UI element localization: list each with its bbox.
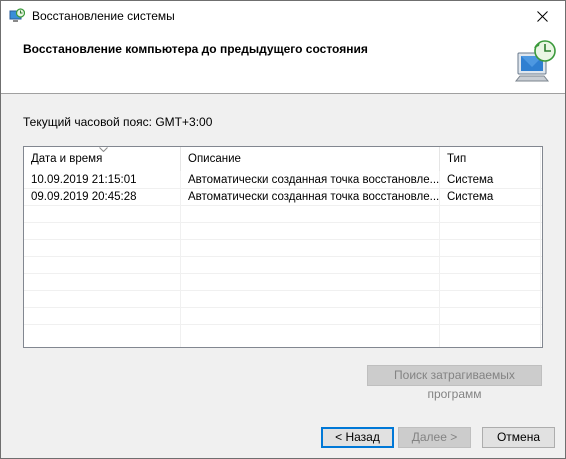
cell-description: Автоматически созданная точка восстановл… <box>188 174 439 186</box>
next-button[interactable]: Далее > <box>398 427 471 448</box>
column-header-description[interactable]: Описание <box>181 147 440 171</box>
list-header: Дата и время Описание Тип <box>24 147 542 171</box>
table-row[interactable]: 09.09.2019 20:45:28 Автоматически создан… <box>24 189 542 206</box>
header-divider <box>1 93 565 94</box>
restore-points-list[interactable]: Дата и время Описание Тип 10.09.2019 21:… <box>23 146 543 348</box>
restore-computer-icon <box>514 40 556 82</box>
cell-date: 10.09.2019 21:15:01 <box>31 174 137 186</box>
system-restore-icon <box>9 8 25 22</box>
timezone-label: Текущий часовой пояс: GMT+3:00 <box>23 115 213 129</box>
page-title: Восстановление компьютера до предыдущего… <box>23 42 368 56</box>
back-button[interactable]: < Назад <box>321 427 394 448</box>
grid-divider <box>24 256 542 257</box>
title-bar: Восстановление системы <box>1 1 565 32</box>
grid-divider <box>24 324 542 325</box>
wizard-header: Восстановление компьютера до предыдущего… <box>1 32 565 93</box>
cell-description: Автоматически созданная точка восстановл… <box>188 191 439 203</box>
column-header-date[interactable]: Дата и время <box>24 147 181 171</box>
grid-divider <box>24 239 542 240</box>
column-header-type[interactable]: Тип <box>440 147 542 171</box>
grid-divider <box>24 307 542 308</box>
grid-divider <box>24 222 542 223</box>
window-title: Восстановление системы <box>32 9 175 23</box>
system-restore-window: Восстановление системы Восстановление ко… <box>0 0 566 459</box>
cancel-button[interactable]: Отмена <box>482 427 555 448</box>
close-button[interactable] <box>519 1 565 32</box>
grid-divider <box>24 273 542 274</box>
grid-divider <box>24 290 542 291</box>
cell-type: Система <box>447 191 494 203</box>
cell-date: 09.09.2019 20:45:28 <box>31 191 137 203</box>
table-row[interactable]: 10.09.2019 21:15:01 Автоматически создан… <box>24 172 542 189</box>
cell-type: Система <box>447 174 494 186</box>
scan-affected-programs-button[interactable]: Поиск затрагиваемых программ <box>367 365 542 401</box>
close-icon <box>536 11 548 22</box>
